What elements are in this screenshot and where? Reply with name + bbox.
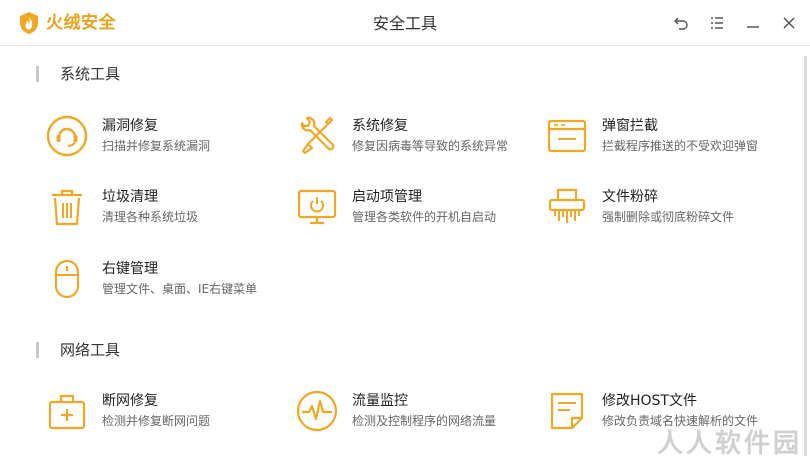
wrench-screwdriver-icon xyxy=(296,115,338,157)
tool-vulnerability-fix[interactable]: 漏洞修复 扫描并修复系统漏洞 xyxy=(46,115,286,163)
tool-description: 修复因病毒等导致的系统异常 xyxy=(352,139,509,153)
menu-icon[interactable] xyxy=(708,14,726,32)
tool-description: 检测及控制程序的网络流量 xyxy=(352,414,497,428)
tool-name: 垃圾清理 xyxy=(102,189,158,205)
tool-name: 右键管理 xyxy=(102,261,158,277)
tool-name: 启动项管理 xyxy=(352,189,422,205)
tool-name: 漏洞修复 xyxy=(102,118,158,134)
tool-startup-manager[interactable]: 启动项管理 管理各类软件的开机自启动 xyxy=(296,186,536,234)
section-marker xyxy=(36,342,39,358)
scrollbar[interactable] xyxy=(804,56,807,456)
tool-name: 弹窗拦截 xyxy=(602,118,658,134)
section-title: 网络工具 xyxy=(60,341,121,359)
tool-name: 修改HOST文件 xyxy=(602,393,697,409)
tool-description: 检测并修复断网问题 xyxy=(102,414,211,428)
popup-window-icon xyxy=(546,115,588,157)
back-icon[interactable] xyxy=(672,14,690,32)
huorong-logo-icon xyxy=(18,11,40,35)
tool-name: 流量监控 xyxy=(352,393,408,409)
shredder-icon xyxy=(546,186,588,228)
close-icon[interactable] xyxy=(780,14,798,32)
tool-description: 管理文件、桌面、IE右键菜单 xyxy=(102,282,258,296)
tool-traffic-monitor[interactable]: 流量监控 检测及控制程序的网络流量 xyxy=(296,390,536,438)
tool-description: 拦截程序推送的不受欢迎弹窗 xyxy=(602,139,759,153)
tool-description: 强制删除或彻底粉碎文件 xyxy=(602,210,735,224)
tool-description: 清理各种系统垃圾 xyxy=(102,210,199,224)
tool-description: 扫描并修复系统漏洞 xyxy=(102,139,211,153)
section-marker xyxy=(36,66,39,82)
vulnerability-icon xyxy=(46,115,88,157)
monitor-power-icon xyxy=(296,186,338,228)
section-system-tools: 系统工具 xyxy=(36,64,120,84)
title-bar: 火绒安全 安全工具 xyxy=(0,0,810,46)
tool-name: 文件粉碎 xyxy=(602,189,658,205)
tool-system-repair[interactable]: 系统修复 修复因病毒等导致的系统异常 xyxy=(296,115,536,163)
tool-network-repair[interactable]: 断网修复 检测并修复断网问题 xyxy=(46,390,286,438)
tool-name: 断网修复 xyxy=(102,393,158,409)
minimize-icon[interactable] xyxy=(744,14,762,32)
section-title: 系统工具 xyxy=(60,65,121,83)
brand-name: 火绒安全 xyxy=(46,13,116,33)
tool-file-shredder[interactable]: 文件粉碎 强制删除或彻底粉碎文件 xyxy=(546,186,786,234)
tool-name: 系统修复 xyxy=(352,118,408,134)
network-kit-icon xyxy=(46,390,88,432)
watermark: 人人软件园 xyxy=(656,429,802,459)
tool-popup-block[interactable]: 弹窗拦截 拦截程序推送的不受欢迎弹窗 xyxy=(546,115,786,163)
tool-context-menu[interactable]: 右键管理 管理文件、桌面、IE右键菜单 xyxy=(46,258,286,306)
trash-icon xyxy=(46,186,88,228)
section-network-tools: 网络工具 xyxy=(36,340,120,360)
traffic-monitor-icon xyxy=(296,390,338,432)
host-file-icon xyxy=(546,390,588,432)
tool-description: 管理各类软件的开机自启动 xyxy=(352,210,497,224)
tool-junk-clean[interactable]: 垃圾清理 清理各种系统垃圾 xyxy=(46,186,286,234)
mouse-icon xyxy=(46,258,88,300)
